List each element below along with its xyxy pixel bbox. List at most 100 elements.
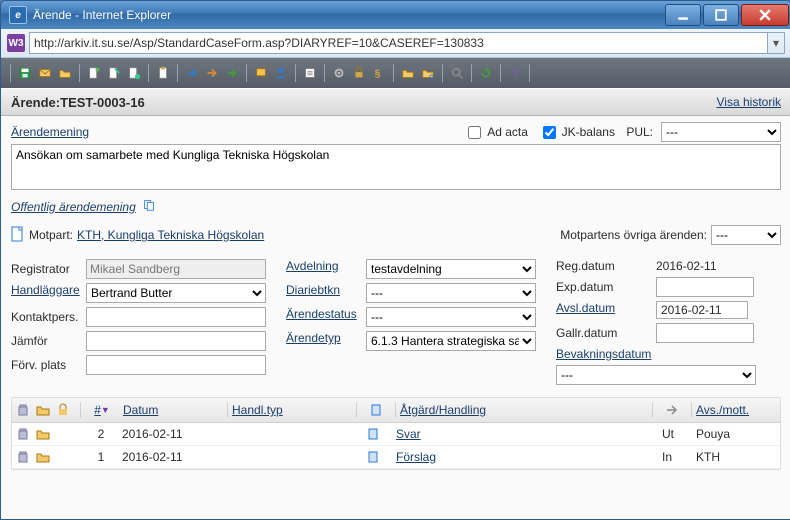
jk-checkbox[interactable] [543, 126, 556, 139]
mail-icon[interactable] [36, 64, 54, 82]
status-label[interactable]: Ärendestatus [286, 307, 366, 327]
row-trash-icon[interactable] [16, 450, 30, 464]
search-icon[interactable] [448, 64, 466, 82]
reg-label: Reg.datum [556, 259, 656, 273]
case-body: Ärendemening Ad acta JK-balans PUL: --- … [1, 116, 790, 519]
counterpart-other-label: Motpartens övriga ärenden: [560, 228, 707, 242]
section-icon[interactable]: § [370, 64, 388, 82]
status-select[interactable]: --- [366, 307, 536, 327]
subject-label[interactable]: Ärendemening [11, 125, 464, 139]
gallr-label: Gallr.datum [556, 326, 656, 340]
counterpart-label: Motpart: [29, 228, 73, 242]
cell-datum: 2016-02-11 [122, 450, 222, 464]
cell-datum: 2016-02-11 [122, 427, 222, 441]
url-field[interactable]: http://arkiv.it.su.se/Asp/StandardCaseFo… [29, 32, 768, 54]
arrow-right-orange-icon[interactable] [203, 64, 221, 82]
close-button[interactable] [741, 4, 789, 26]
exp-label: Exp.datum [556, 280, 656, 294]
maximize-button[interactable] [703, 4, 739, 26]
handlaggare-select[interactable]: Bertrand Butter [86, 283, 266, 303]
new-doc-icon[interactable] [85, 64, 103, 82]
counterpart-value[interactable]: KTH, Kungliga Tekniska Högskolan [77, 228, 264, 242]
header-arrow-icon[interactable] [665, 403, 679, 417]
pul-select[interactable]: --- [661, 122, 781, 142]
row-doc-icon[interactable] [366, 450, 380, 464]
svg-text:?: ? [512, 68, 518, 80]
ad-acta-checkbox[interactable] [468, 126, 481, 139]
header-lock-icon[interactable] [56, 403, 70, 417]
titlebar: e Ärende - Internet Explorer [1, 1, 790, 29]
clipboard-icon[interactable] [154, 64, 172, 82]
open-folder-icon[interactable] [56, 64, 74, 82]
table-row[interactable]: 1 2016-02-11 Förslag In KTH [12, 446, 780, 469]
avdelning-label[interactable]: Avdelning [286, 259, 366, 279]
typ-select[interactable]: 6.1.3 Hantera strategiska sam [366, 331, 536, 351]
folder-tree-icon[interactable] [399, 64, 417, 82]
forv-field[interactable] [86, 355, 266, 375]
table-row[interactable]: 2 2016-02-11 Svar Ut Pouya [12, 423, 780, 446]
header-trash-icon[interactable] [16, 403, 30, 417]
row-folder-icon[interactable] [36, 450, 50, 464]
person-icon[interactable] [272, 64, 290, 82]
doc-icon[interactable] [125, 64, 143, 82]
badge-icon[interactable] [252, 64, 270, 82]
copy-icon[interactable] [142, 198, 156, 215]
row-trash-icon[interactable] [16, 427, 30, 441]
list-icon[interactable] [301, 64, 319, 82]
url-dropdown[interactable]: ▾ [768, 32, 785, 54]
subject-textarea[interactable]: Ansökan om samarbete med Kungliga Teknis… [11, 144, 781, 190]
row-folder-icon[interactable] [36, 427, 50, 441]
counterpart-doc-icon[interactable] [11, 226, 25, 245]
arrow-right-blue-icon[interactable] [183, 64, 201, 82]
ie-icon: e [9, 6, 27, 24]
avdelning-select[interactable]: testavdelning [366, 259, 536, 279]
col-datum[interactable]: Datum [123, 403, 158, 417]
history-link[interactable]: Visa historik [717, 95, 781, 109]
minimize-button[interactable] [665, 4, 701, 26]
handlaggare-label[interactable]: Handläggare [11, 283, 86, 303]
typ-label[interactable]: Ärendetyp [286, 331, 366, 351]
col-avs[interactable]: Avs./mott. [696, 403, 749, 417]
case-header: Ärende: TEST-0003-16 Visa historik [1, 88, 790, 116]
col-atgard[interactable]: Åtgärd/Handling [400, 403, 486, 417]
cell-dir: Ut [662, 427, 692, 441]
bevak-label[interactable]: Bevakningsdatum [556, 347, 756, 361]
row-doc-icon[interactable] [366, 427, 380, 441]
bevak-select[interactable]: --- [556, 365, 756, 385]
save-icon[interactable] [16, 64, 34, 82]
kontakt-field[interactable] [86, 307, 266, 327]
diariebtkn-select[interactable]: --- [366, 283, 536, 303]
arrow-right-green-icon[interactable] [223, 64, 241, 82]
header-doc-icon[interactable] [369, 403, 383, 417]
registrator-field [86, 259, 266, 279]
public-subject-link[interactable]: Offentlig ärendemening [11, 200, 136, 214]
sort-caret-icon: ▼ [101, 405, 110, 415]
lock-icon[interactable] [350, 64, 368, 82]
registrator-label: Registrator [11, 262, 86, 276]
pul-label: PUL: [626, 125, 653, 139]
cell-atgard[interactable]: Svar [396, 427, 421, 441]
col-handltyp[interactable]: Handl.typ [232, 403, 283, 417]
help-icon[interactable]: ? [506, 64, 524, 82]
header-folder-icon[interactable] [36, 403, 50, 417]
avsl-label[interactable]: Avsl.datum [556, 301, 656, 319]
col-num[interactable]: # [94, 403, 101, 417]
cell-num: 2 [84, 427, 118, 441]
jamfor-field[interactable] [86, 331, 266, 351]
table-header: #▼ Datum Handl.typ Åtgärd/Handling Avs./… [12, 398, 780, 423]
window-title: Ärende - Internet Explorer [33, 8, 663, 22]
refresh-icon[interactable] [477, 64, 495, 82]
gear-icon[interactable] [330, 64, 348, 82]
gallr-field[interactable] [656, 323, 754, 343]
folder-search-icon[interactable] [419, 64, 437, 82]
form-grid: Registrator Handläggare Bertrand Butter … [11, 259, 781, 385]
diariebtkn-label[interactable]: Diariebtkn [286, 283, 366, 303]
exp-field[interactable] [656, 277, 754, 297]
cell-num: 1 [84, 450, 118, 464]
svg-text:§: § [375, 68, 381, 80]
cell-recv: KTH [696, 450, 776, 464]
cell-recv: Pouya [696, 427, 776, 441]
edit-doc-icon[interactable] [105, 64, 123, 82]
counterpart-other-select[interactable]: --- [711, 225, 781, 245]
cell-atgard[interactable]: Förslag [396, 450, 436, 464]
